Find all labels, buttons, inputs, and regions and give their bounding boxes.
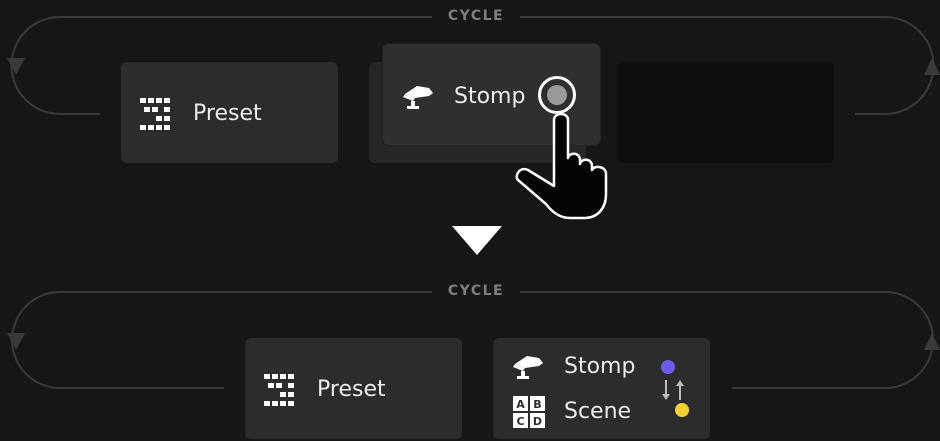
abcd-scene-icon: A B C D [513,396,545,428]
top-preset-label: Preset [193,101,262,126]
svg-text:B: B [533,398,541,411]
scene-indicator-dot [675,403,689,417]
footswitch-knob [547,85,567,105]
svg-text:C: C [516,415,524,428]
preset-blocks-icon [264,374,294,406]
cycle-arrow-left-icon [7,58,25,75]
bottom-cycle-label: CYCLE [447,283,505,299]
top-cycle-label: CYCLE [447,8,505,24]
swap-arrows-icon [662,380,684,400]
cycle-arrow-right-icon [924,58,940,75]
stomp-label: Stomp [564,354,636,379]
top-stomp-label: Stomp [454,84,526,109]
bottom-preset-card[interactable]: Preset [245,338,462,439]
stomp-pedal-icon [513,356,543,379]
hand-pointer-icon [515,112,608,220]
scene-label: Scene [564,399,632,424]
cycle-arrow-left-icon [7,333,25,350]
svg-text:D: D [533,415,542,428]
cycle-arrow-right-icon [924,333,940,350]
stomp-indicator-dot [661,360,675,374]
svg-text:A: A [516,398,525,411]
preset-blocks-icon [140,98,170,130]
bottom-preset-label: Preset [317,377,386,402]
top-empty-slot [617,62,834,163]
stomp-pedal-icon [403,86,433,109]
top-preset-card[interactable]: Preset [121,62,338,163]
bottom-stomp-scene-card[interactable]: Stomp A B C D Scene [493,338,710,439]
down-triangle-icon [452,226,502,255]
